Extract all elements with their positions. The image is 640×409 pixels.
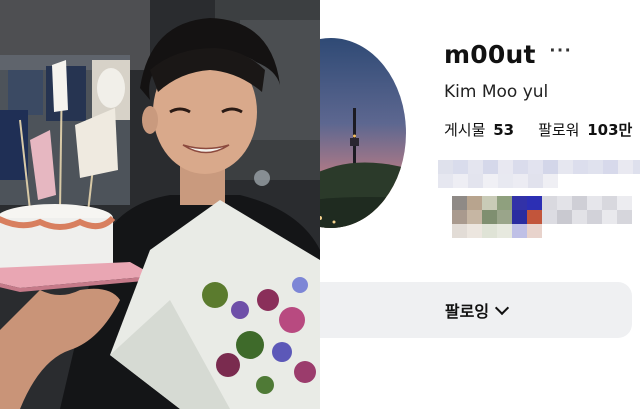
ellipsis-icon[interactable]: ··· bbox=[550, 41, 573, 61]
bio-blurred-line-2 bbox=[438, 174, 558, 188]
stat-followers-label: 팔로워 bbox=[538, 121, 580, 139]
profile-stats: 게시물 53 팔로워 103만 bbox=[444, 119, 632, 140]
bio-blurred-line-4 bbox=[452, 210, 632, 224]
bio-blurred-line-5 bbox=[452, 224, 542, 238]
stat-posts-label: 게시물 bbox=[444, 121, 486, 139]
stat-posts-value: 53 bbox=[493, 121, 515, 139]
full-name: Kim Moo yul bbox=[444, 82, 549, 102]
chevron-down-icon bbox=[495, 300, 510, 315]
stat-followers-value: 103만 bbox=[587, 121, 633, 139]
bio-blurred-line-1 bbox=[438, 160, 640, 174]
bio-blurred-line-3 bbox=[452, 196, 632, 210]
profile-photo-image bbox=[0, 0, 320, 409]
stat-followers[interactable]: 팔로워 103만 bbox=[538, 119, 632, 140]
more-options-icon[interactable]: ··· bbox=[386, 402, 406, 409]
avatar[interactable] bbox=[320, 38, 406, 228]
stat-posts[interactable]: 게시물 53 bbox=[444, 119, 514, 140]
avatar-image bbox=[320, 38, 406, 228]
following-button[interactable]: 팔로잉 bbox=[320, 282, 632, 338]
following-button-label: 팔로잉 bbox=[444, 302, 490, 321]
profile-panel: m00ut ··· Kim Moo yul 게시물 53 팔로워 103만 팔로… bbox=[320, 0, 640, 409]
username-row: m00ut ··· bbox=[444, 40, 573, 69]
username: m00ut bbox=[444, 40, 536, 69]
